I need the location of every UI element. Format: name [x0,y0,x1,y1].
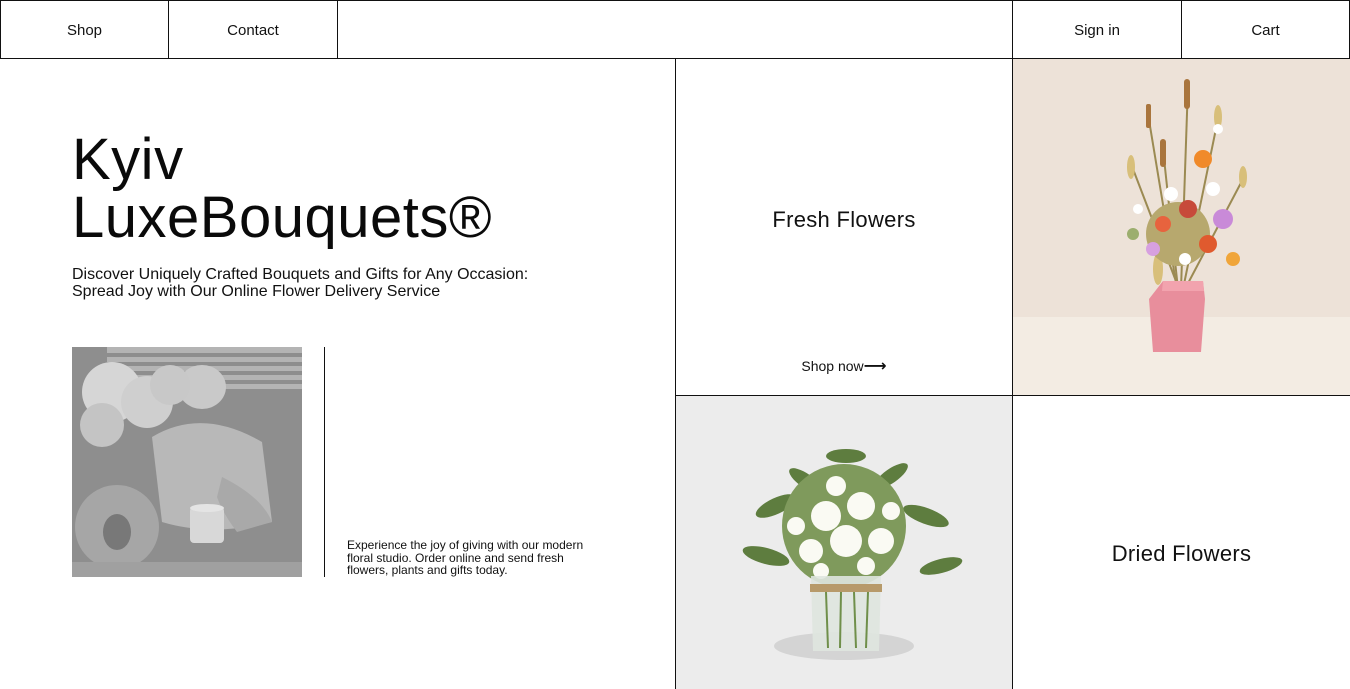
shop-now-label: Shop now [801,358,864,374]
top-navigation: Shop Contact Sign in Cart [0,0,1350,59]
arrow-right-icon: ⟶ [863,358,887,375]
white-bouquet-image [676,396,1013,689]
dried-bouquet-image [1013,59,1350,396]
hero-title-line1: Kyiv [72,127,184,192]
hero-section: Kyiv LuxeBouquets® Discover Uniquely Cra… [0,59,676,689]
nav-spacer [338,0,1012,59]
hero-subtitle: Discover Uniquely Crafted Bouquets and G… [72,266,592,300]
hero-description: Experience the joy of giving with our mo… [347,538,584,577]
hero-subtitle-line2: Spread Joy with Our Online Flower Delive… [72,283,441,300]
florist-photo [72,347,302,577]
hero-subtitle-line1: Discover Uniquely Crafted Bouquets and G… [72,266,529,283]
shop-now-link[interactable]: Shop now⟶ [676,356,1012,376]
hero-title-line2: LuxeBouquets® [72,185,493,250]
fresh-flowers-card[interactable]: Fresh Flowers Shop now⟶ [676,59,1013,396]
nav-sign-in-link[interactable]: Sign in [1012,0,1181,59]
hero-title: Kyiv LuxeBouquets® [72,131,492,247]
nav-contact-link[interactable]: Contact [169,0,338,59]
nav-shop-link[interactable]: Shop [0,0,169,59]
nav-cart-link[interactable]: Cart [1181,0,1350,59]
dried-flowers-card[interactable]: Dried Flowers [1013,396,1350,689]
dried-flowers-title: Dried Flowers [1111,541,1252,566]
divider-line [324,347,325,577]
fresh-flowers-title: Fresh Flowers [772,207,916,232]
